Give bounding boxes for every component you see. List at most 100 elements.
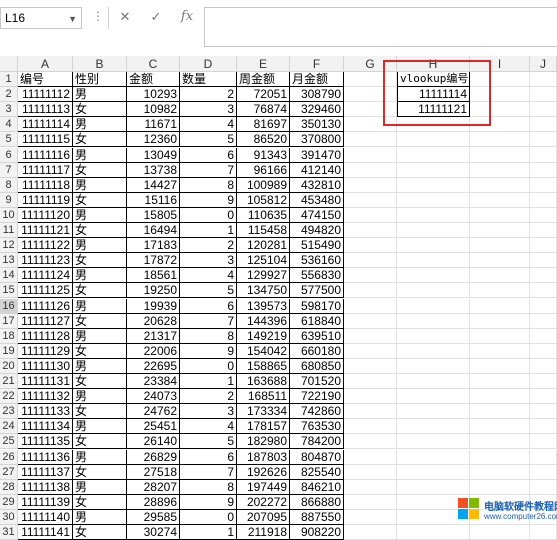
data-cell[interactable]: 11111121 bbox=[18, 223, 73, 239]
data-cell[interactable]: 13738 bbox=[127, 162, 180, 178]
row-header-14[interactable]: 14 bbox=[0, 268, 18, 284]
cell[interactable] bbox=[470, 162, 530, 178]
column-header-c[interactable]: C bbox=[127, 56, 180, 72]
row-header-28[interactable]: 28 bbox=[0, 479, 18, 495]
row-header-6[interactable]: 6 bbox=[0, 147, 18, 163]
cell[interactable] bbox=[470, 298, 530, 314]
data-cell[interactable]: 129927 bbox=[237, 268, 290, 284]
data-cell[interactable]: 11111138 bbox=[18, 479, 73, 495]
data-cell[interactable]: 男 bbox=[73, 207, 127, 223]
row-header-15[interactable]: 15 bbox=[0, 283, 18, 299]
data-cell[interactable]: 115458 bbox=[237, 223, 290, 239]
data-cell[interactable]: 825540 bbox=[290, 464, 344, 480]
data-cell[interactable]: 163688 bbox=[237, 374, 290, 390]
cell[interactable] bbox=[344, 192, 397, 208]
cell[interactable] bbox=[344, 177, 397, 193]
cell[interactable] bbox=[530, 72, 557, 88]
data-cell[interactable]: 722190 bbox=[290, 389, 344, 405]
cell[interactable] bbox=[530, 449, 557, 465]
data-cell[interactable]: 11111132 bbox=[18, 389, 73, 405]
data-cell[interactable]: 男 bbox=[73, 449, 127, 465]
data-cell[interactable]: 女 bbox=[73, 313, 127, 329]
row-header-29[interactable]: 29 bbox=[0, 494, 18, 510]
cell[interactable] bbox=[397, 434, 470, 450]
cell[interactable] bbox=[530, 419, 557, 435]
data-cell[interactable]: 8 bbox=[180, 328, 237, 344]
data-cell[interactable]: 515490 bbox=[290, 238, 344, 254]
data-cell[interactable]: 9 bbox=[180, 192, 237, 208]
data-cell[interactable]: 2 bbox=[180, 87, 237, 103]
data-cell[interactable]: 14427 bbox=[127, 177, 180, 193]
data-cell[interactable]: 5 bbox=[180, 434, 237, 450]
data-cell[interactable]: 1 bbox=[180, 223, 237, 239]
data-cell[interactable]: 男 bbox=[73, 479, 127, 495]
data-cell[interactable]: 784200 bbox=[290, 434, 344, 450]
data-cell[interactable]: 11111117 bbox=[18, 162, 73, 178]
cell[interactable] bbox=[344, 223, 397, 239]
data-cell[interactable]: 27518 bbox=[127, 464, 180, 480]
data-cell[interactable]: 男 bbox=[73, 389, 127, 405]
cell[interactable] bbox=[530, 343, 557, 359]
cell[interactable] bbox=[397, 132, 470, 148]
cell[interactable] bbox=[470, 268, 530, 284]
data-cell[interactable]: 22695 bbox=[127, 358, 180, 374]
cell[interactable] bbox=[470, 343, 530, 359]
row-header-22[interactable]: 22 bbox=[0, 389, 18, 405]
cell[interactable] bbox=[344, 268, 397, 284]
cell[interactable] bbox=[344, 434, 397, 450]
data-cell[interactable]: 2 bbox=[180, 389, 237, 405]
cell[interactable] bbox=[530, 479, 557, 495]
data-cell[interactable]: 女 bbox=[73, 283, 127, 299]
data-cell[interactable]: 女 bbox=[73, 192, 127, 208]
cell[interactable] bbox=[470, 434, 530, 450]
header-cell[interactable]: 性别 bbox=[73, 72, 127, 88]
data-cell[interactable]: 19250 bbox=[127, 283, 180, 299]
cell[interactable] bbox=[344, 358, 397, 374]
data-cell[interactable]: 24762 bbox=[127, 404, 180, 420]
data-cell[interactable]: 139573 bbox=[237, 298, 290, 314]
data-cell[interactable]: 女 bbox=[73, 223, 127, 239]
cell[interactable] bbox=[397, 192, 470, 208]
data-cell[interactable]: 168511 bbox=[237, 389, 290, 405]
data-cell[interactable]: 男 bbox=[73, 358, 127, 374]
data-cell[interactable]: 96166 bbox=[237, 162, 290, 178]
data-cell[interactable]: 197449 bbox=[237, 479, 290, 495]
data-cell[interactable]: 男 bbox=[73, 298, 127, 314]
data-cell[interactable]: 4 bbox=[180, 419, 237, 435]
data-cell[interactable]: 7 bbox=[180, 313, 237, 329]
data-cell[interactable]: 18561 bbox=[127, 268, 180, 284]
data-cell[interactable]: 556830 bbox=[290, 268, 344, 284]
cell[interactable] bbox=[344, 298, 397, 314]
cell[interactable] bbox=[397, 374, 470, 390]
data-cell[interactable]: 6 bbox=[180, 298, 237, 314]
data-cell[interactable]: 125104 bbox=[237, 253, 290, 269]
cell[interactable] bbox=[530, 374, 557, 390]
data-cell[interactable]: 577500 bbox=[290, 283, 344, 299]
cell[interactable] bbox=[344, 525, 397, 540]
data-cell[interactable]: 5 bbox=[180, 283, 237, 299]
data-cell[interactable]: 9 bbox=[180, 343, 237, 359]
data-cell[interactable]: 11111119 bbox=[18, 192, 73, 208]
data-cell[interactable]: 4 bbox=[180, 117, 237, 133]
cell[interactable] bbox=[344, 238, 397, 254]
header-cell[interactable]: 月金额 bbox=[290, 72, 344, 88]
cell[interactable] bbox=[530, 313, 557, 329]
cell[interactable] bbox=[530, 177, 557, 193]
data-cell[interactable]: 11111125 bbox=[18, 283, 73, 299]
data-cell[interactable]: 20628 bbox=[127, 313, 180, 329]
data-cell[interactable]: 10293 bbox=[127, 87, 180, 103]
data-cell[interactable]: 11111116 bbox=[18, 147, 73, 163]
data-cell[interactable]: 11111118 bbox=[18, 177, 73, 193]
data-cell[interactable]: 211918 bbox=[237, 525, 290, 540]
data-cell[interactable]: 350130 bbox=[290, 117, 344, 133]
row-header-27[interactable]: 27 bbox=[0, 464, 18, 480]
cell[interactable] bbox=[530, 434, 557, 450]
cell[interactable] bbox=[344, 494, 397, 510]
data-cell[interactable]: 908220 bbox=[290, 525, 344, 540]
row-header-1[interactable]: 1 bbox=[0, 72, 18, 88]
data-cell[interactable]: 15116 bbox=[127, 192, 180, 208]
column-header-b[interactable]: B bbox=[73, 56, 127, 72]
data-cell[interactable]: 763530 bbox=[290, 419, 344, 435]
data-cell[interactable]: 29585 bbox=[127, 509, 180, 525]
row-header-20[interactable]: 20 bbox=[0, 358, 18, 374]
